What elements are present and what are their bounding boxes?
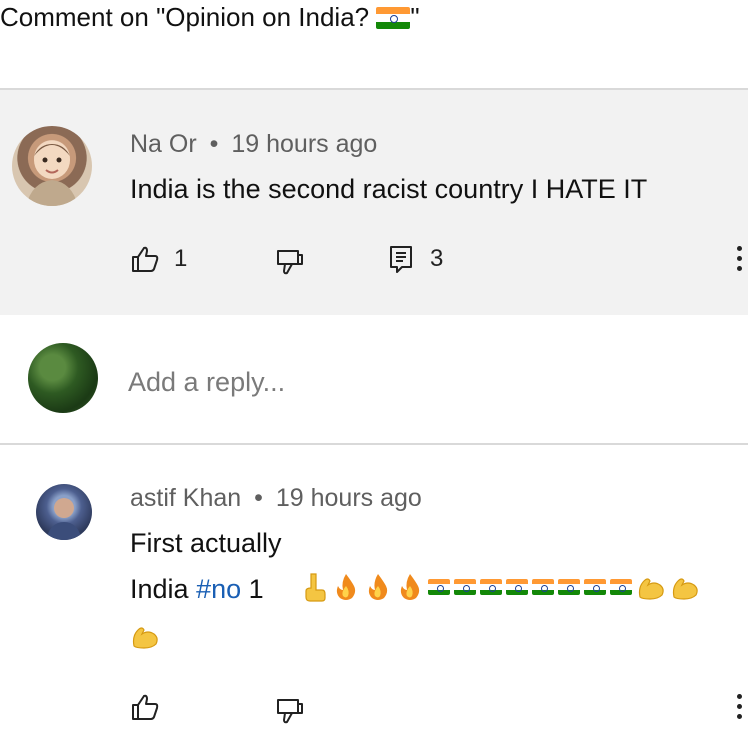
india-flag-icon: [558, 579, 580, 595]
comment-text-prefix: India: [130, 574, 197, 604]
fire-icon: [336, 574, 356, 600]
flexed-biceps-icon: [638, 578, 664, 600]
comment-author[interactable]: astif Khan: [130, 484, 241, 512]
like-button[interactable]: [130, 692, 160, 722]
comment-icon: [390, 246, 412, 273]
avatar[interactable]: [12, 126, 92, 206]
comment-time[interactable]: 19 hours ago: [231, 130, 377, 158]
india-flag-icon: [376, 7, 411, 29]
point-down-hand-icon: [305, 573, 326, 602]
page-title: Comment on "Opinion on India? ": [0, 2, 420, 33]
thumbs-down-icon: [277, 250, 303, 275]
flexed-biceps-icon: [672, 578, 698, 600]
dislike-button[interactable]: [275, 696, 305, 726]
india-flag-icon: [532, 579, 554, 595]
india-flag-icon: [480, 579, 502, 595]
avatar-person-photo: [46, 498, 82, 540]
title-text: Comment on "Opinion on India?: [0, 2, 377, 32]
reply-divider: [0, 443, 748, 445]
thumbs-up-icon: [132, 694, 159, 720]
reply-box: Add a reply...: [0, 315, 748, 443]
india-flag-icon: [584, 579, 606, 595]
avatar[interactable]: [36, 484, 92, 540]
dislike-button[interactable]: [275, 247, 305, 277]
more-vert-icon[interactable]: [737, 694, 743, 719]
hashtag-link[interactable]: #no: [196, 574, 241, 604]
thumbs-down-icon: [277, 699, 303, 724]
comment-thread-top: Na Or • 19 hours ago India is the second…: [0, 90, 748, 315]
title-suffix: ": [410, 2, 420, 32]
comment-time[interactable]: 19 hours ago: [276, 484, 422, 512]
like-button[interactable]: 1: [130, 244, 187, 274]
comment-text: India is the second racist country I HAT…: [130, 174, 648, 204]
india-flag-icon: [506, 579, 528, 595]
reply-input[interactable]: Add a reply...: [128, 367, 285, 398]
replies-button[interactable]: 3: [388, 244, 443, 274]
emoji-row: [302, 572, 700, 602]
comment-header: Comment on "Opinion on India? ": [0, 0, 748, 88]
thumbs-up-icon: [132, 246, 159, 272]
like-count: 1: [174, 245, 188, 272]
emoji-row-2: [130, 622, 160, 655]
comment-meta: Na Or • 19 hours ago: [130, 130, 377, 159]
comment-text-line1: First actually: [130, 528, 282, 558]
india-flag-icon: [610, 579, 632, 595]
fire-icon: [368, 574, 388, 600]
comment-author[interactable]: Na Or: [130, 130, 197, 158]
comment-text-line2: India #no 1: [130, 574, 264, 605]
comment-text-suffix: 1: [241, 574, 264, 604]
meta-separator: •: [209, 130, 219, 158]
comment-meta: astif Khan • 19 hours ago: [130, 484, 422, 513]
more-vert-icon[interactable]: [737, 246, 743, 271]
fire-icon: [400, 574, 420, 600]
india-flag-icon: [428, 579, 450, 595]
india-flag-icon: [454, 579, 476, 595]
meta-separator: •: [254, 484, 263, 512]
avatar[interactable]: [28, 343, 98, 413]
flexed-biceps-icon: [132, 627, 158, 649]
reply-count: 3: [430, 245, 444, 272]
avatar-child-photo: [26, 141, 78, 206]
